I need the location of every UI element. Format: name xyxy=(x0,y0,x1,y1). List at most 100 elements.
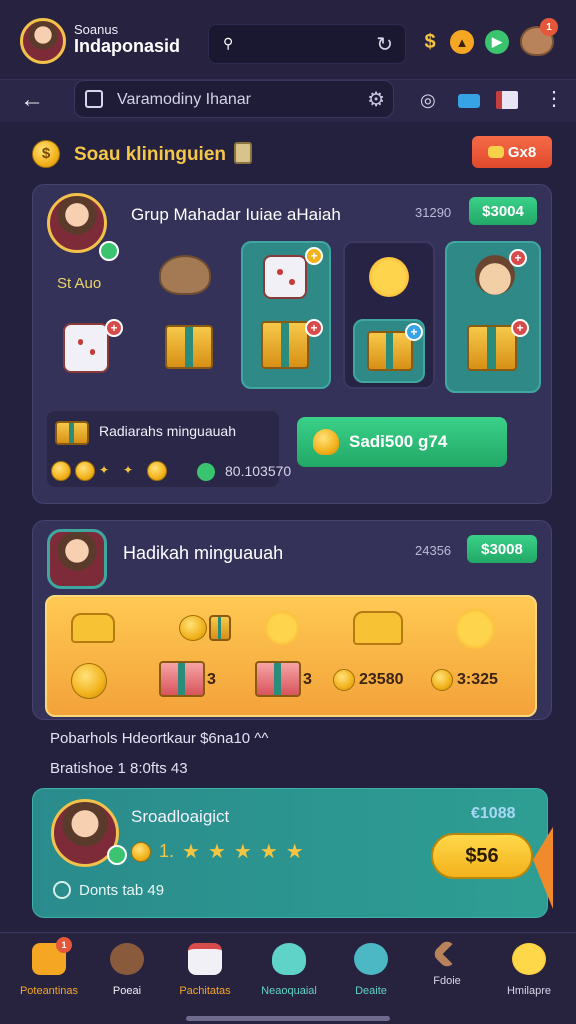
nav-item-cards[interactable]: Pachitatas xyxy=(164,943,246,1013)
bell-icon xyxy=(313,429,339,455)
warning-icon[interactable]: ▲ xyxy=(450,30,474,54)
dollar-icon[interactable]: $ xyxy=(418,30,442,54)
folder-icon[interactable] xyxy=(458,94,480,108)
back-icon[interactable]: ← xyxy=(20,86,44,114)
promo-star-label: 1. xyxy=(159,841,175,861)
card-avatar[interactable] xyxy=(47,529,107,589)
dice-reward-icon[interactable] xyxy=(63,323,109,373)
nav-item-creature[interactable]: Deaite xyxy=(330,943,412,1013)
promo-footer: Donts tab 49 xyxy=(53,881,164,899)
section-title: Soau klininguien xyxy=(74,144,227,165)
card-price-pill[interactable]: $3008 xyxy=(467,535,537,563)
promo-title: Sroadloaigict xyxy=(131,807,230,826)
dice-icon xyxy=(263,255,307,299)
gift-value-4: 3:325 xyxy=(457,671,498,688)
profile-avatar[interactable] xyxy=(20,18,66,64)
section-header: $ Soau klininguien Gx8 xyxy=(32,136,552,170)
nav-search-field[interactable]: Varamodiny Ihanar ⚙ xyxy=(74,80,394,118)
coin-icon xyxy=(431,669,453,691)
gift-value-3: 23580 xyxy=(359,671,404,688)
more-icon[interactable]: ⋮ xyxy=(544,86,564,111)
nav-item-tools[interactable]: Fdoie xyxy=(406,938,488,1013)
promo-buy-button[interactable]: $56 xyxy=(431,833,533,879)
book-icon[interactable] xyxy=(209,615,231,641)
chest-reward-icon[interactable] xyxy=(165,325,213,369)
chest-icon xyxy=(467,325,517,371)
refresh-icon[interactable]: ↻ xyxy=(376,32,393,57)
sun-icon xyxy=(369,257,409,297)
reward-tile-1[interactable]: + + xyxy=(241,241,331,389)
settings-icon xyxy=(53,881,71,899)
gift-box-icon[interactable] xyxy=(159,661,205,697)
notification-badge: 1 xyxy=(540,18,558,36)
star-icon: ★ xyxy=(233,840,252,863)
nav-label: Neaoquaial xyxy=(261,985,317,997)
weekly-radar-panel: Radiarahs minguauah ✦ ✦ 80.103570 xyxy=(47,411,291,487)
card-price-pill[interactable]: $3004 xyxy=(469,197,537,225)
sun-icon[interactable] xyxy=(265,611,299,645)
online-badge xyxy=(99,241,119,261)
nav-item-pet[interactable]: Neaoquaial xyxy=(248,943,330,1013)
star-icon: ★ xyxy=(285,840,304,863)
nav-label: Fdoie xyxy=(433,975,461,987)
home-indicator[interactable] xyxy=(186,1016,390,1021)
zoom-icon[interactable]: ◎ xyxy=(420,90,436,111)
card-count: 24356 xyxy=(415,543,452,558)
claim-button-label: Sadi500 g74 xyxy=(349,432,448,451)
plus-badge-icon: + xyxy=(305,319,323,337)
chat-icon xyxy=(487,146,504,158)
settings-icon[interactable]: ⚙ xyxy=(367,87,385,112)
star-icon: ✦ xyxy=(99,463,110,477)
section-action-label: Gx8 xyxy=(507,143,537,161)
nav-label: Hmilapre xyxy=(506,985,551,997)
top-search-bar[interactable]: ⚲ ↻ xyxy=(208,24,406,64)
app-name-line1: Soanus xyxy=(74,22,119,37)
nav-badge: 1 xyxy=(56,937,72,953)
weekly-gift-card: Hadikah minguauah 24356 $3008 3 3 23580 … xyxy=(32,520,552,720)
coin-icon xyxy=(51,461,71,481)
promo-stars: 1. ★ ★ ★ ★ ★ xyxy=(131,841,304,862)
star-icon: ★ xyxy=(182,840,200,863)
coin-icon xyxy=(75,461,95,481)
calendar-icon[interactable] xyxy=(496,91,518,109)
nav-label: Deaite xyxy=(355,985,387,997)
section-action-button[interactable]: Gx8 xyxy=(472,136,552,168)
nav-item-home[interactable]: 1 Poteantinas xyxy=(8,937,90,1013)
document-icon xyxy=(85,90,103,108)
card-count: 31290 xyxy=(415,205,452,220)
claim-button[interactable]: Sadi500 g74 xyxy=(297,417,507,467)
card-avatar[interactable] xyxy=(47,193,107,253)
star-icon: ★ xyxy=(259,840,278,863)
reward-tile-2[interactable]: + xyxy=(343,241,435,389)
card-title: Hadikah minguauah xyxy=(123,543,284,563)
mascot-reward-icon[interactable] xyxy=(159,255,211,295)
ribbon-icon[interactable] xyxy=(353,611,403,645)
info-line-2: Bratishoe 1 8:0fts 43 xyxy=(50,760,188,777)
info-line-1: Pobarhols Hdeortkaur $6na10 ^^ xyxy=(50,730,269,747)
coin-icon xyxy=(333,669,355,691)
chest-icon xyxy=(261,321,309,369)
smiley-coin-icon[interactable] xyxy=(71,663,107,699)
weekly-radar-title: Radiarahs minguauah xyxy=(99,423,236,439)
nav-item-profile[interactable]: Hmilapre xyxy=(488,943,570,1013)
nav-label: Poeai xyxy=(112,985,142,997)
promo-footer-text: Donts tab 49 xyxy=(79,881,165,899)
nav-item-leaf[interactable]: Poeai xyxy=(86,943,168,1013)
gift-box-icon[interactable] xyxy=(255,661,301,697)
card-subtitle: St Auo xyxy=(57,275,102,292)
home-icon: 1 xyxy=(32,937,72,975)
pet-icon xyxy=(272,943,306,975)
smiley-icon xyxy=(512,943,546,975)
coin-icon xyxy=(131,841,151,862)
play-icon[interactable]: ▶ xyxy=(485,30,509,54)
gold-bars-icon xyxy=(55,421,89,445)
plus-badge-icon: + xyxy=(405,323,423,341)
bottom-navigation: 1 Poteantinas Poeai Pachitatas Neaoquaia… xyxy=(0,932,576,1024)
ribbon-icon[interactable] xyxy=(71,613,115,643)
group-reward-card: Grup Mahadar Iuiae aHaiah St Auo 31290 $… xyxy=(32,184,552,504)
coin-stack-icon[interactable] xyxy=(179,615,207,641)
plus-badge-icon: + xyxy=(509,249,527,267)
reward-tile-3[interactable]: + + xyxy=(445,241,541,393)
weekly-radar-value: 80.103570 xyxy=(225,463,292,479)
cat-icon[interactable] xyxy=(455,609,495,649)
